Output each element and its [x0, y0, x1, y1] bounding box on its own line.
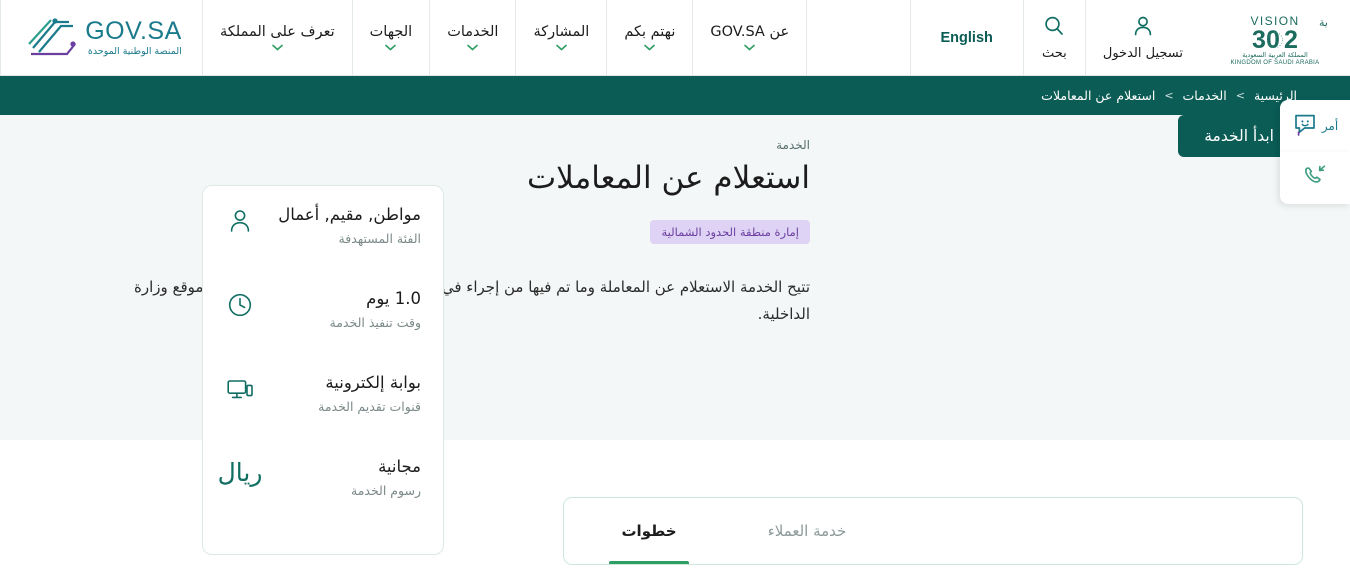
nav-label: تعرف على المملكة: [220, 24, 335, 40]
vision-2030-mark: VISION رؤية 2 30 المملكة العربية السعودي…: [1231, 14, 1327, 65]
callback-request-button[interactable]: [1280, 152, 1350, 204]
nav-label: نهتم بكم: [624, 24, 676, 40]
status-badge: إمارة منطقة الحدود الشمالية: [650, 220, 810, 245]
clock-icon: [225, 288, 255, 320]
svg-text:رؤية: رؤية: [1319, 16, 1327, 29]
info-value: مواطن, مقيم, أعمال: [278, 205, 421, 224]
device-icon: [225, 372, 255, 404]
chevron-down-icon: [385, 44, 397, 51]
breadcrumb-separator: >: [1164, 89, 1174, 102]
info-row-target-audience: مواطن, مقيم, أعمال الفئة المستهدفة: [225, 204, 421, 288]
svg-text:KINGDOM OF SAUDI ARABIA: KINGDOM OF SAUDI ARABIA: [1231, 60, 1320, 65]
nav-label: الجهات: [369, 24, 413, 40]
info-row-service-time: 1.0 يوم وقت تنفيذ الخدمة: [225, 288, 421, 372]
riyal-icon: ريال: [217, 458, 263, 487]
nav-item-services[interactable]: الخدمات: [429, 0, 515, 75]
chevron-down-icon: [556, 44, 567, 51]
info-row-fees: ريال مجانية رسوم الخدمة: [217, 456, 421, 540]
breadcrumb-item-current: استعلام عن المعاملات: [1041, 88, 1156, 103]
nav-label: المشاركة: [533, 24, 590, 40]
service-tabs: خطوات خدمة العملاء: [563, 497, 1303, 582]
vision-2030-logo[interactable]: VISION رؤية 2 30 المملكة العربية السعودي…: [1200, 0, 1350, 75]
login-button[interactable]: تسجيل الدخول: [1084, 0, 1200, 75]
info-label: قنوات تقديم الخدمة: [318, 399, 421, 415]
user-icon: [1132, 15, 1154, 41]
header-spacer: [806, 0, 909, 75]
search-icon: [1043, 15, 1065, 41]
chat-assistant-label: أمر: [1321, 119, 1339, 133]
breadcrumb-item-services[interactable]: الخدمات: [1183, 88, 1227, 103]
chat-bubble-icon: [1292, 111, 1318, 141]
info-value: مجانية: [378, 457, 421, 476]
nav-item-we-care[interactable]: نهتم بكم: [606, 0, 692, 75]
nav-item-participation[interactable]: المشاركة: [515, 0, 606, 75]
tab-steps[interactable]: خطوات: [570, 498, 728, 564]
nav-item-about-kingdom[interactable]: تعرف على المملكة: [202, 0, 352, 75]
search-button[interactable]: بحث: [1022, 0, 1085, 75]
breadcrumb: الرئيسية > الخدمات > استعلام عن المعاملا…: [0, 76, 1350, 115]
info-label: وقت تنفيذ الخدمة: [329, 315, 421, 331]
chevron-down-icon: [272, 44, 283, 51]
tab-label: خدمة العملاء: [767, 522, 847, 540]
info-label: الفئة المستهدفة: [338, 231, 421, 247]
site-header: GOV.SA المنصة الوطنية الموحدة تعرف على ا…: [0, 0, 1350, 76]
svg-text:المملكة العربية السعودية: المملكة العربية السعودية: [1242, 51, 1308, 59]
govsa-logo-text: GOV.SA: [85, 16, 182, 45]
breadcrumb-separator: >: [1235, 89, 1245, 102]
search-label: بحث: [1042, 45, 1067, 61]
govsa-swoosh-icon: [21, 14, 77, 62]
tab-label: خطوات: [621, 522, 677, 540]
nav-label: عن GOV.SA: [710, 24, 790, 40]
service-info-card: مواطن, مقيم, أعمال الفئة المستهدفة 1.0 ي…: [202, 185, 444, 555]
hero-eyebrow: الخدمة: [776, 138, 810, 152]
hero-action-block: ابدأ الخدمة: [810, 115, 1300, 440]
info-row-channels: بوابة إلكترونية قنوات تقديم الخدمة: [225, 372, 421, 456]
page-title: استعلام عن المعاملات: [526, 160, 810, 196]
svg-text:2 30: 2 30: [1252, 26, 1298, 54]
nav-item-entities[interactable]: الجهات: [351, 0, 430, 75]
phone-callback-icon: [1301, 163, 1329, 193]
chevron-down-icon: [467, 44, 479, 51]
chevron-down-icon: [744, 44, 756, 51]
info-value: بوابة إلكترونية: [325, 373, 421, 392]
language-switch-english[interactable]: English: [909, 0, 1023, 75]
nav-label: الخدمات: [447, 24, 499, 40]
info-label: رسوم الخدمة: [351, 483, 421, 499]
govsa-logo[interactable]: GOV.SA المنصة الوطنية الموحدة: [0, 0, 202, 75]
language-label: English: [940, 29, 993, 46]
nav-item-about-govsa[interactable]: عن GOV.SA: [692, 0, 806, 75]
floating-support-widgets: أمر: [1280, 100, 1350, 204]
tab-customer-service[interactable]: خدمة العملاء: [728, 498, 886, 564]
chat-assistant-button[interactable]: أمر: [1280, 100, 1350, 152]
user-icon: [225, 204, 255, 236]
info-value: 1.0 يوم: [366, 289, 421, 308]
govsa-logo-subtitle: المنصة الوطنية الموحدة: [87, 45, 182, 57]
login-label: تسجيل الدخول: [1102, 45, 1183, 61]
chevron-down-icon: [644, 44, 656, 51]
